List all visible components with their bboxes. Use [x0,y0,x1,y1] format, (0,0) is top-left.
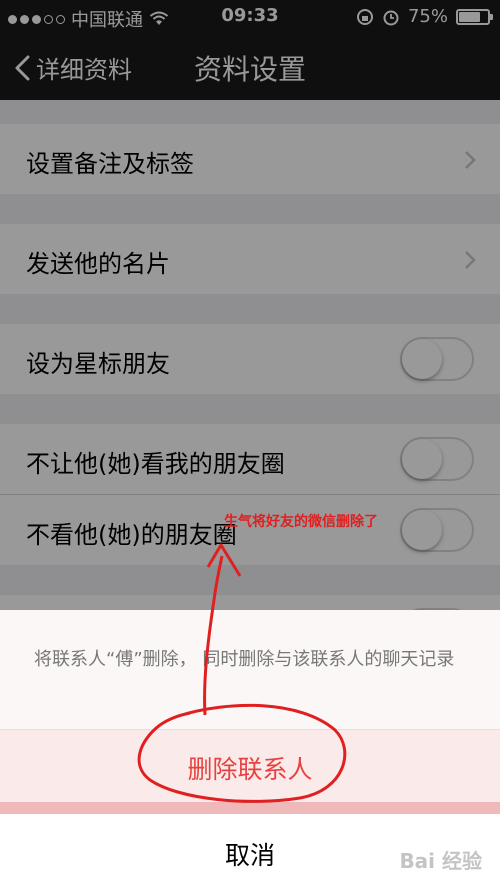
action-sheet-message-text: 将联系人“傅”删除， 同时删除与该联系人的聊天记录 [34,649,455,670]
watermark: Bai 经验 [399,849,482,873]
annotation-text: 生气将好友的微信删除了 [224,514,378,530]
action-sheet-separator [0,802,500,814]
delete-contact-button[interactable]: 删除联系人 [0,730,500,802]
delete-contact-label: 删除联系人 [187,755,313,784]
action-sheet-message: 将联系人“傅”删除， 同时删除与该联系人的聊天记录 [0,610,500,730]
